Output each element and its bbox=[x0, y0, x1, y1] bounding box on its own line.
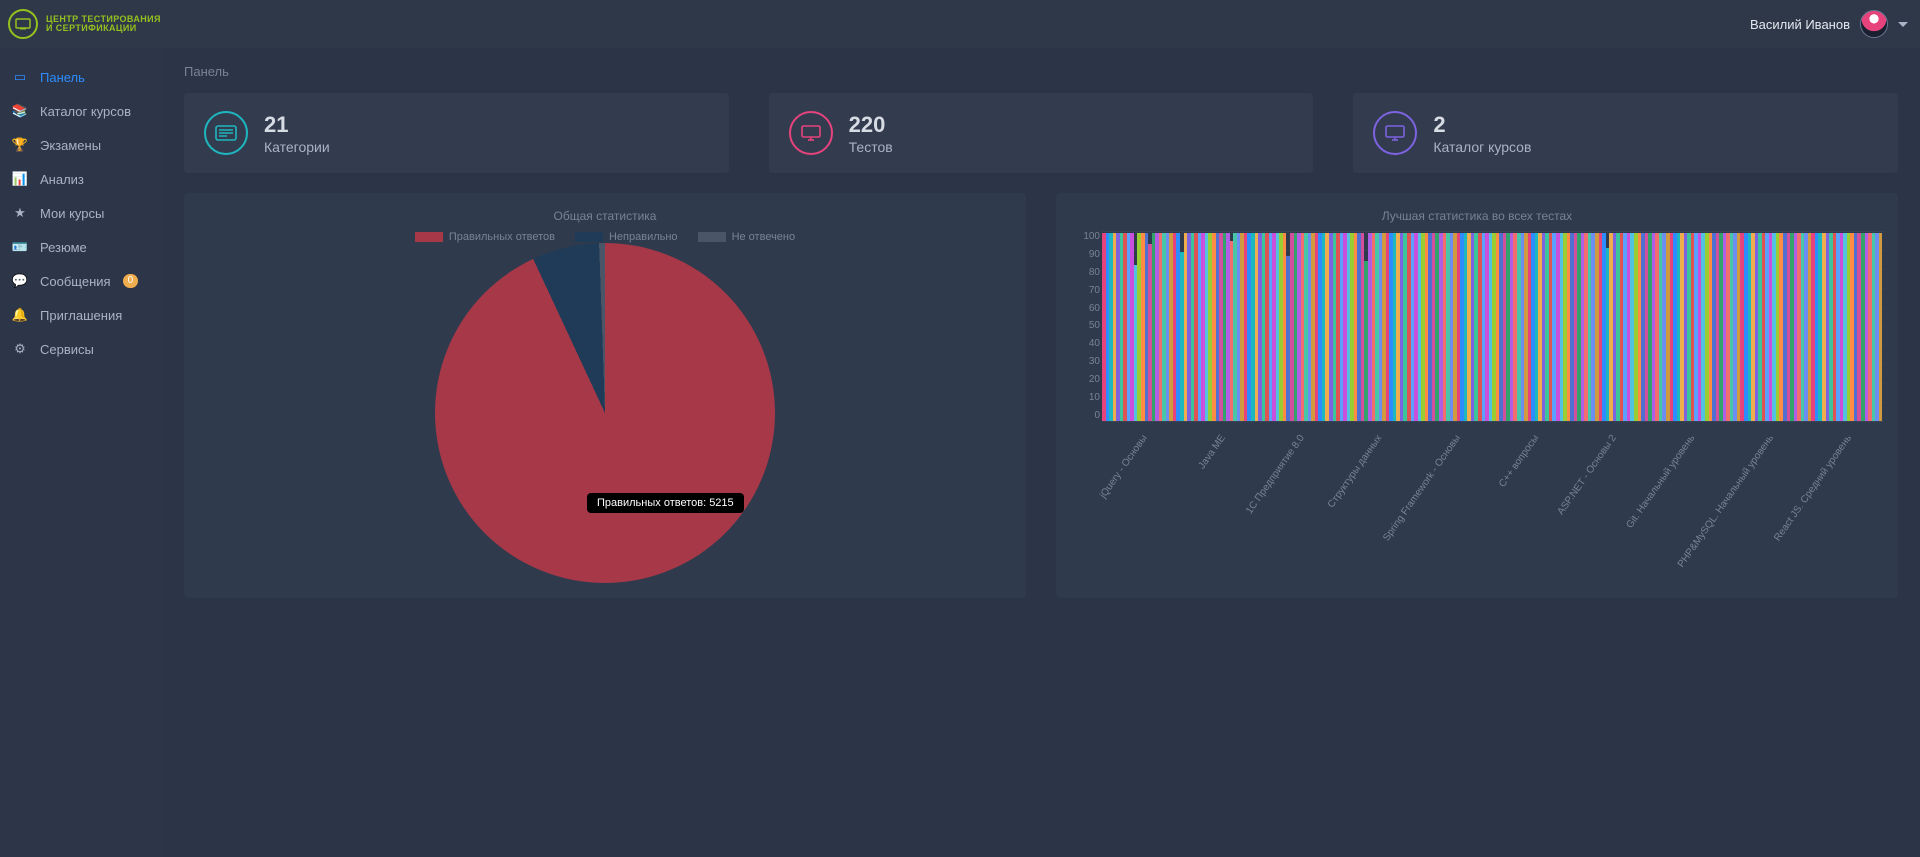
star-icon: ★ bbox=[12, 205, 28, 221]
logo-line2: И СЕРТИФИКАЦИИ bbox=[46, 24, 161, 33]
card-categories[interactable]: 21 Категории bbox=[184, 93, 729, 173]
legend-label: Неправильно bbox=[609, 231, 678, 243]
sidebar-item-analysis[interactable]: 📊 Анализ bbox=[0, 162, 162, 196]
bar-chart-panel: Лучшая статистика во всех тестах 1009080… bbox=[1056, 193, 1898, 598]
sidebar-item-services[interactable]: ⚙ Сервисы bbox=[0, 332, 162, 366]
legend-label: Не отвечено bbox=[732, 231, 796, 243]
card-tests[interactable]: 220 Тестов bbox=[769, 93, 1314, 173]
card-label: Каталог курсов bbox=[1433, 139, 1531, 155]
logo[interactable]: ЦЕНТР ТЕСТИРОВАНИЯ И СЕРТИФИКАЦИИ bbox=[8, 9, 161, 39]
sidebar-item-resume[interactable]: 🪪 Резюме bbox=[0, 230, 162, 264]
trophy-icon: 🏆 bbox=[12, 137, 28, 153]
card-value: 2 bbox=[1433, 112, 1531, 138]
chart-icon: 📊 bbox=[12, 171, 28, 187]
card-label: Тестов bbox=[849, 139, 893, 155]
sidebar-item-label: Экзамены bbox=[40, 138, 101, 153]
chart-title: Лучшая статистика во всех тестах bbox=[1070, 209, 1884, 223]
sidebar-item-mycourses[interactable]: ★ Мои курсы bbox=[0, 196, 162, 230]
pie-chart[interactable] bbox=[435, 243, 775, 583]
pie-tooltip: Правильных ответов: 5215 bbox=[587, 493, 744, 513]
user-name: Василий Иванов bbox=[1750, 17, 1850, 32]
user-menu[interactable]: Василий Иванов bbox=[1750, 10, 1908, 38]
chart-title: Общая статистика bbox=[198, 209, 1012, 223]
sidebar-item-catalog[interactable]: 📚 Каталог курсов bbox=[0, 94, 162, 128]
pie-legend[interactable]: Правильных ответов Неправильно Не отвече… bbox=[198, 231, 1012, 243]
sidebar-item-exams[interactable]: 🏆 Экзамены bbox=[0, 128, 162, 162]
pie-chart-panel: Общая статистика Правильных ответов Непр… bbox=[184, 193, 1026, 598]
bell-icon: 🔔 bbox=[12, 307, 28, 323]
charts-row: Общая статистика Правильных ответов Непр… bbox=[184, 193, 1898, 598]
monitor-icon bbox=[789, 111, 833, 155]
sidebar-item-label: Сообщения bbox=[40, 274, 111, 289]
logo-icon bbox=[8, 9, 38, 39]
card-courses[interactable]: 2 Каталог курсов bbox=[1353, 93, 1898, 173]
monitor-icon bbox=[1373, 111, 1417, 155]
panel-icon: ▭ bbox=[12, 69, 28, 85]
book-icon: 📚 bbox=[12, 103, 28, 119]
bars bbox=[1102, 231, 1884, 421]
legend-item[interactable]: Неправильно bbox=[575, 231, 678, 243]
legend-item[interactable]: Не отвечено bbox=[698, 231, 796, 243]
messages-badge: 0 bbox=[123, 274, 139, 288]
sidebar-item-label: Панель bbox=[40, 70, 85, 85]
x-axis-labels: jQuery - ОсновыJava ME1С Предприятие 8.0… bbox=[1102, 427, 1884, 547]
avatar bbox=[1860, 10, 1888, 38]
sidebar-item-invites[interactable]: 🔔 Приглашения bbox=[0, 298, 162, 332]
main: Панель 21 Категории 220 Тестов bbox=[162, 48, 1920, 857]
stat-cards: 21 Категории 220 Тестов 2 Каталог курсов bbox=[184, 93, 1898, 173]
sidebar-item-label: Резюме bbox=[40, 240, 87, 255]
sidebar: ▭ Панель 📚 Каталог курсов 🏆 Экзамены 📊 А… bbox=[0, 48, 162, 857]
card-label: Категории bbox=[264, 139, 330, 155]
sidebar-item-label: Каталог курсов bbox=[40, 104, 131, 119]
legend-item[interactable]: Правильных ответов bbox=[415, 231, 555, 243]
sidebar-item-label: Приглашения bbox=[40, 308, 122, 323]
card-value: 21 bbox=[264, 112, 330, 138]
gear-icon: ⚙ bbox=[12, 341, 28, 357]
logo-text: ЦЕНТР ТЕСТИРОВАНИЯ И СЕРТИФИКАЦИИ bbox=[46, 15, 161, 34]
sidebar-item-label: Сервисы bbox=[40, 342, 94, 357]
pie-wrap bbox=[198, 249, 1012, 579]
id-icon: 🪪 bbox=[12, 239, 28, 255]
chat-icon: 💬 bbox=[12, 273, 28, 289]
legend-label: Правильных ответов bbox=[449, 231, 555, 243]
chevron-down-icon bbox=[1898, 22, 1908, 27]
sidebar-item-messages[interactable]: 💬 Сообщения 0 bbox=[0, 264, 162, 298]
list-icon bbox=[204, 111, 248, 155]
breadcrumb: Панель bbox=[184, 64, 1898, 79]
header: ЦЕНТР ТЕСТИРОВАНИЯ И СЕРТИФИКАЦИИ Васили… bbox=[0, 0, 1920, 48]
y-axis-labels: 1009080706050403020100 bbox=[1072, 231, 1100, 421]
sidebar-item-panel[interactable]: ▭ Панель bbox=[0, 60, 162, 94]
card-value: 220 bbox=[849, 112, 893, 138]
bar-chart[interactable]: 1009080706050403020100 bbox=[1102, 231, 1884, 421]
sidebar-item-label: Мои курсы bbox=[40, 206, 104, 221]
sidebar-item-label: Анализ bbox=[40, 172, 84, 187]
